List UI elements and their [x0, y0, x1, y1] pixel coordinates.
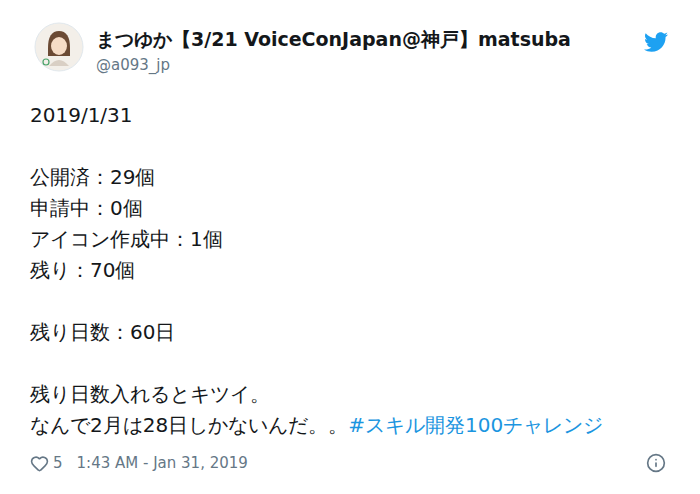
- avatar-icon[interactable]: [34, 22, 84, 72]
- twitter-bird-icon[interactable]: [644, 30, 668, 54]
- text-segment: 2019/1/31: [30, 103, 133, 127]
- tweet-line: 残り日数：60日: [30, 317, 670, 348]
- text-segment: なんで2月は28日しかないんだ。。: [30, 413, 348, 437]
- tweet-line: 残り日数入れるとキツイ。: [30, 379, 670, 410]
- info-icon[interactable]: [646, 453, 666, 473]
- tweet-footer: 5 1:43 AM - Jan 31, 2019: [30, 453, 670, 473]
- tweet-line: なんで2月は28日しかないんだ。。#スキル開発100チャレンジ: [30, 410, 670, 441]
- heart-icon[interactable]: [30, 454, 49, 473]
- text-segment: 残り：70個: [30, 258, 135, 282]
- text-segment: 公開済：29個: [30, 165, 155, 189]
- like-count: 5: [53, 454, 63, 472]
- text-segment: 残り日数入れるとキツイ。: [30, 382, 270, 406]
- text-segment: 残り日数：60日: [30, 320, 175, 344]
- tweet-line: 公開済：29個: [30, 162, 670, 193]
- like-button[interactable]: 5: [30, 454, 63, 473]
- author-name[interactable]: まつゆか【3/21 VoiceConJapan@神戸】matsuba: [96, 26, 632, 52]
- tweet-card: まつゆか【3/21 VoiceConJapan@神戸】matsuba@a093_…: [0, 0, 700, 494]
- text-segment: アイコン作成中：1個: [30, 227, 223, 251]
- tweet-line: 残り：70個: [30, 255, 670, 286]
- text-segment: 申請中：0個: [30, 196, 143, 220]
- author: まつゆか【3/21 VoiceConJapan@神戸】matsuba@a093_…: [96, 22, 632, 76]
- tweet-text: 2019/1/31 公開済：29個申請中：0個アイコン作成中：1個残り：70個残り…: [30, 100, 670, 441]
- tweet-line: 2019/1/31: [30, 100, 670, 131]
- tweet-header: まつゆか【3/21 VoiceConJapan@神戸】matsuba@a093_…: [30, 22, 670, 76]
- author-handle[interactable]: @a093_jp: [96, 54, 632, 76]
- hashtag-link[interactable]: #スキル開発100チャレンジ: [348, 413, 603, 437]
- timestamp[interactable]: 1:43 AM - Jan 31, 2019: [77, 454, 248, 472]
- tweet-line: 申請中：0個: [30, 193, 670, 224]
- tweet-line: アイコン作成中：1個: [30, 224, 670, 255]
